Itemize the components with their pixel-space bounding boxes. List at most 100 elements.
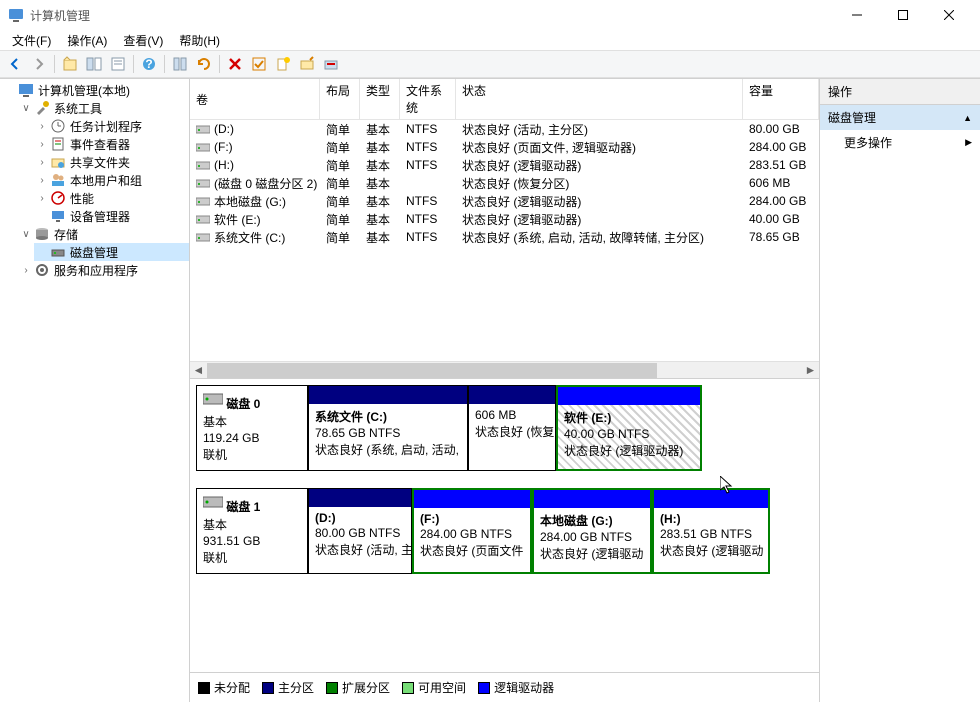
- tree-perf[interactable]: ›性能: [34, 189, 189, 207]
- perf-icon: [50, 190, 66, 206]
- actions-head: 操作: [820, 79, 980, 105]
- devmgr-icon: [50, 208, 66, 224]
- col-layout[interactable]: 布局: [320, 79, 360, 119]
- legend-logical-swatch: [478, 682, 490, 694]
- svg-text:?: ?: [145, 57, 152, 71]
- disk-info[interactable]: 磁盘 1基本931.51 GB联机: [196, 488, 308, 574]
- show-hide-tree-button[interactable]: [83, 53, 105, 75]
- tree-services[interactable]: ›服务和应用程序: [18, 261, 189, 279]
- minimize-button[interactable]: [834, 0, 880, 30]
- scroll-left-icon[interactable]: ◄: [190, 362, 207, 379]
- forward-button[interactable]: [28, 53, 50, 75]
- tree-devmgr[interactable]: 设备管理器: [34, 207, 189, 225]
- disk-row[interactable]: 磁盘 1基本931.51 GB联机(D:)80.00 GB NTFS状态良好 (…: [196, 488, 813, 575]
- tree-systools[interactable]: ∨系统工具: [18, 99, 189, 117]
- col-volume[interactable]: 卷: [190, 79, 320, 119]
- tree-users[interactable]: ›本地用户和组: [34, 171, 189, 189]
- partition[interactable]: 系统文件 (C:)78.65 GB NTFS状态良好 (系统, 启动, 活动,: [308, 385, 468, 471]
- clock-icon: [50, 118, 66, 134]
- collapse-icon: ▲: [963, 113, 972, 123]
- partition[interactable]: 软件 (E:)40.00 GB NTFS状态良好 (逻辑驱动器): [556, 385, 702, 471]
- legend-primary-swatch: [262, 682, 274, 694]
- actions-more[interactable]: 更多操作▶: [820, 130, 980, 155]
- partition[interactable]: (H:)283.51 GB NTFS状态良好 (逻辑驱动: [652, 488, 770, 574]
- drive-icon: [196, 177, 210, 189]
- legend-unalloc-label: 未分配: [214, 679, 250, 696]
- menu-action[interactable]: 操作(A): [59, 30, 115, 51]
- tree-event[interactable]: ›事件查看器: [34, 135, 189, 153]
- menu-file[interactable]: 文件(F): [4, 30, 59, 51]
- disk-row[interactable]: 磁盘 0基本119.24 GB联机系统文件 (C:)78.65 GB NTFS状…: [196, 385, 813, 472]
- help-button[interactable]: ?: [138, 53, 160, 75]
- actions-diskmgmt[interactable]: 磁盘管理▲: [820, 105, 980, 130]
- menu-help[interactable]: 帮助(H): [171, 30, 228, 51]
- col-type[interactable]: 类型: [360, 79, 400, 119]
- partition[interactable]: (F:)284.00 GB NTFS状态良好 (页面文件: [412, 488, 532, 574]
- legend-free-swatch: [402, 682, 414, 694]
- drive-icon: [196, 213, 210, 225]
- scroll-right-icon[interactable]: ►: [802, 362, 819, 379]
- maximize-button[interactable]: [880, 0, 926, 30]
- col-capacity[interactable]: 容量: [743, 79, 819, 119]
- back-button[interactable]: [4, 53, 26, 75]
- close-button[interactable]: [926, 0, 972, 30]
- toolbar: ?: [0, 50, 980, 78]
- tree-root[interactable]: 计算机管理(本地): [2, 81, 189, 99]
- volume-list-header[interactable]: 卷 布局 类型 文件系统 状态 容量: [190, 79, 819, 120]
- diskmgmt-icon: [50, 244, 66, 260]
- col-status[interactable]: 状态: [456, 79, 743, 119]
- partition[interactable]: 606 MB状态良好 (恢复: [468, 385, 556, 471]
- properties-button[interactable]: [107, 53, 129, 75]
- tree-task[interactable]: ›任务计划程序: [34, 117, 189, 135]
- drive-icon: [196, 141, 210, 153]
- col-fs[interactable]: 文件系统: [400, 79, 456, 119]
- center-panel: 卷 布局 类型 文件系统 状态 容量 (D:)简单基本NTFS状态良好 (活动,…: [190, 79, 820, 702]
- folder-share-icon: [50, 154, 66, 170]
- disk-icon: [203, 392, 223, 406]
- volume-row[interactable]: 本地磁盘 (G:)简单基本NTFS状态良好 (逻辑驱动器)284.00 GB: [190, 192, 819, 210]
- menu-view[interactable]: 查看(V): [115, 30, 171, 51]
- titlebar: 计算机管理: [0, 0, 980, 30]
- window-title: 计算机管理: [30, 7, 834, 24]
- hscrollbar[interactable]: ◄ ►: [190, 361, 819, 378]
- scroll-thumb[interactable]: [207, 363, 657, 378]
- partition[interactable]: (D:)80.00 GB NTFS状态良好 (活动, 主: [308, 488, 412, 574]
- tree-storage[interactable]: ∨存储: [18, 225, 189, 243]
- up-button[interactable]: [59, 53, 81, 75]
- app-icon: [8, 7, 24, 23]
- tree-panel[interactable]: 计算机管理(本地) ∨系统工具 ›任务计划程序 ›事件查看器 ›共享文件夹 ›本…: [0, 79, 190, 702]
- drive-icon: [196, 231, 210, 243]
- services-icon: [34, 262, 50, 278]
- volume-row[interactable]: 软件 (E:)简单基本NTFS状态良好 (逻辑驱动器)40.00 GB: [190, 210, 819, 228]
- detach-button[interactable]: [320, 53, 342, 75]
- tree-diskmgmt[interactable]: 磁盘管理: [34, 243, 189, 261]
- legend-extended-swatch: [326, 682, 338, 694]
- volume-row[interactable]: (F:)简单基本NTFS状态良好 (页面文件, 逻辑驱动器)284.00 GB: [190, 138, 819, 156]
- tools-icon: [34, 100, 50, 116]
- disk-graphical-view[interactable]: 磁盘 0基本119.24 GB联机系统文件 (C:)78.65 GB NTFS状…: [190, 379, 819, 672]
- volume-row[interactable]: (磁盘 0 磁盘分区 2)简单基本状态良好 (恢复分区)606 MB: [190, 174, 819, 192]
- legend-primary-label: 主分区: [278, 679, 314, 696]
- actions-panel: 操作 磁盘管理▲ 更多操作▶: [820, 79, 980, 702]
- legend: 未分配 主分区 扩展分区 可用空间 逻辑驱动器: [190, 672, 819, 702]
- users-icon: [50, 172, 66, 188]
- refresh-button[interactable]: [169, 53, 191, 75]
- volume-row[interactable]: (H:)简单基本NTFS状态良好 (逻辑驱动器)283.51 GB: [190, 156, 819, 174]
- delete-button[interactable]: [224, 53, 246, 75]
- tree-shared[interactable]: ›共享文件夹: [34, 153, 189, 171]
- rescan-button[interactable]: [193, 53, 215, 75]
- attach-button[interactable]: [296, 53, 318, 75]
- legend-unalloc-swatch: [198, 682, 210, 694]
- event-icon: [50, 136, 66, 152]
- volume-row[interactable]: (D:)简单基本NTFS状态良好 (活动, 主分区)80.00 GB: [190, 120, 819, 138]
- check-button[interactable]: [248, 53, 270, 75]
- legend-extended-label: 扩展分区: [342, 679, 390, 696]
- drive-icon: [196, 159, 210, 171]
- disk-info[interactable]: 磁盘 0基本119.24 GB联机: [196, 385, 308, 471]
- volume-row[interactable]: 系统文件 (C:)简单基本NTFS状态良好 (系统, 启动, 活动, 故障转储,…: [190, 228, 819, 246]
- menubar: 文件(F) 操作(A) 查看(V) 帮助(H): [0, 30, 980, 50]
- partition[interactable]: 本地磁盘 (G:)284.00 GB NTFS状态良好 (逻辑驱动: [532, 488, 652, 574]
- storage-icon: [34, 226, 50, 242]
- volume-list[interactable]: 卷 布局 类型 文件系统 状态 容量 (D:)简单基本NTFS状态良好 (活动,…: [190, 79, 819, 379]
- new-button[interactable]: [272, 53, 294, 75]
